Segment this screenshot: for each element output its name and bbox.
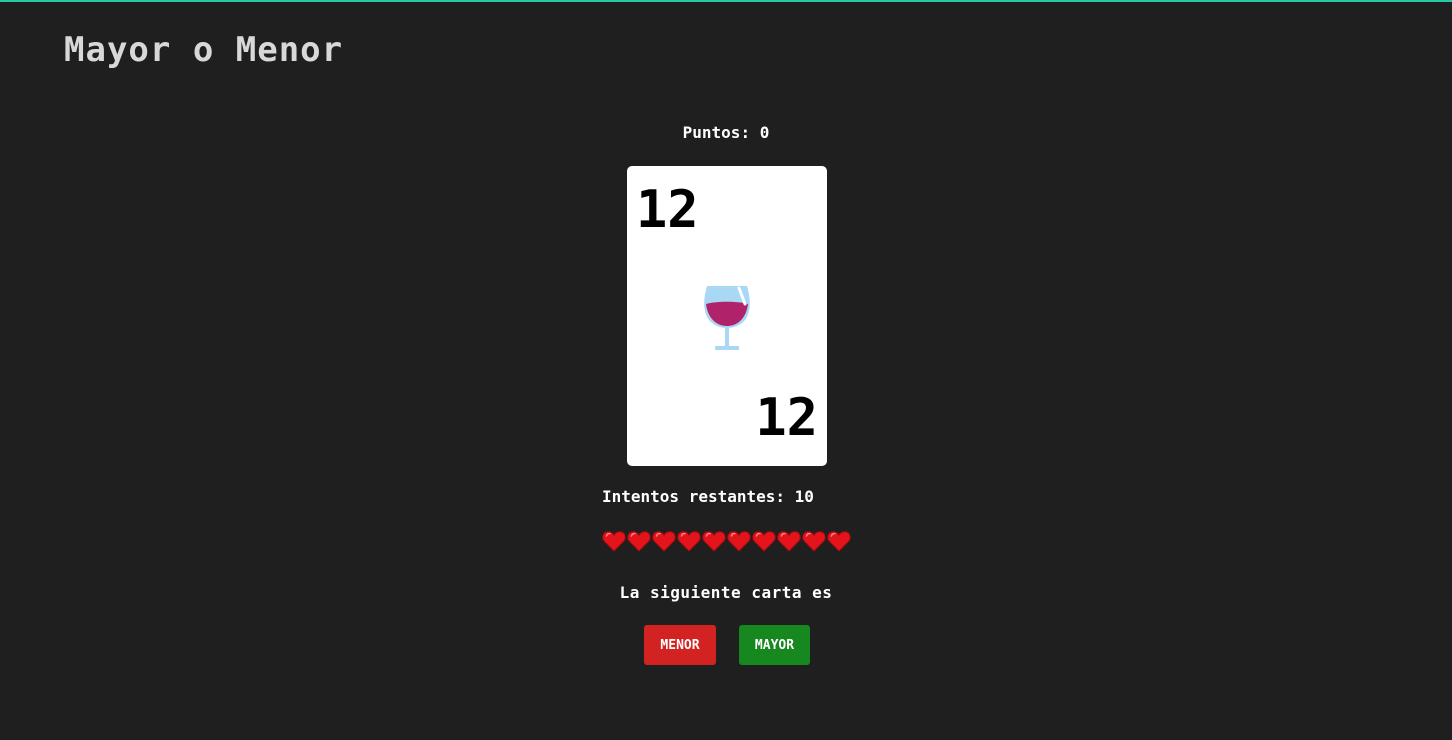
higher-button[interactable]: MAYOR xyxy=(739,625,810,665)
next-card-prompt: La siguiente carta es xyxy=(619,583,833,602)
heart-icon xyxy=(627,531,651,552)
current-card: 12 12 xyxy=(627,166,827,466)
score-display: Puntos: 0 xyxy=(0,123,1452,142)
heart-icon xyxy=(777,531,801,552)
heart-icon xyxy=(802,531,826,552)
heart-icon xyxy=(602,531,626,552)
top-accent-bar xyxy=(0,0,1452,2)
score-text: Puntos: 0 xyxy=(682,123,770,142)
heart-icon xyxy=(827,531,851,552)
card-rank-bottom: 12 xyxy=(755,388,818,448)
heart-icon xyxy=(702,531,726,552)
lower-button[interactable]: MENOR xyxy=(644,625,716,665)
heart-icon xyxy=(752,531,776,552)
heart-icon xyxy=(652,531,676,552)
attempts-remaining: Intentos restantes: 10 xyxy=(602,487,814,506)
heart-icon xyxy=(727,531,751,552)
wine-glass-icon xyxy=(704,286,750,350)
lives-hearts xyxy=(602,530,851,552)
heart-icon xyxy=(677,531,701,552)
app-title: Mayor o Menor xyxy=(64,30,344,70)
card-rank-top: 12 xyxy=(636,180,699,240)
